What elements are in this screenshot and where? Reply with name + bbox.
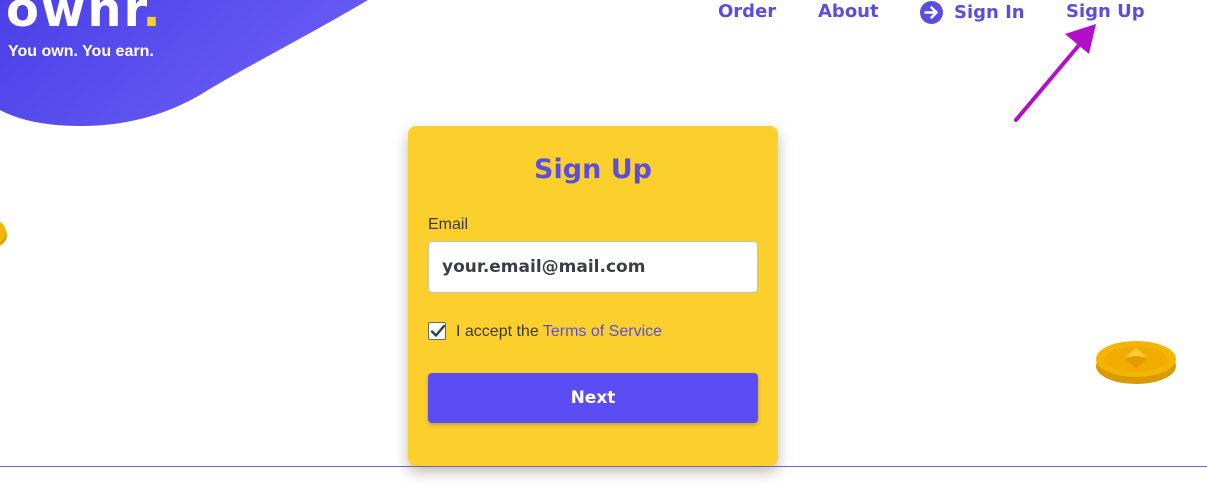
brand-logo[interactable]: ownr. [6, 0, 163, 34]
coin-icon [1096, 341, 1176, 384]
email-input[interactable] [428, 241, 758, 293]
brand-logo-dot: . [142, 0, 163, 38]
terms-acceptance-text: I accept the Terms of Service [456, 323, 662, 341]
nav-order-link[interactable]: Order [718, 1, 776, 22]
terms-of-service-link[interactable]: Terms of Service [543, 323, 662, 340]
arrow-right-circle-icon [920, 1, 943, 24]
coin-icon [0, 221, 7, 246]
signup-title: Sign Up [534, 154, 652, 185]
footer-divider [0, 466, 1207, 467]
email-label: Email [428, 216, 469, 233]
next-button[interactable]: Next [428, 373, 758, 423]
checkmark-icon [430, 324, 446, 337]
terms-acceptance-prefix: I accept the [456, 323, 539, 340]
brand-tagline: You own. You earn. [8, 43, 154, 60]
signup-card: Sign Up Email I accept the Terms of Serv… [408, 126, 778, 466]
terms-checkbox[interactable] [428, 322, 446, 340]
nav-about-link[interactable]: About [818, 1, 879, 22]
nav-sign-up-link[interactable]: Sign Up [1066, 1, 1145, 22]
annotation-arrow-icon [1014, 24, 1096, 122]
brand-logo-text: ownr [6, 0, 143, 38]
